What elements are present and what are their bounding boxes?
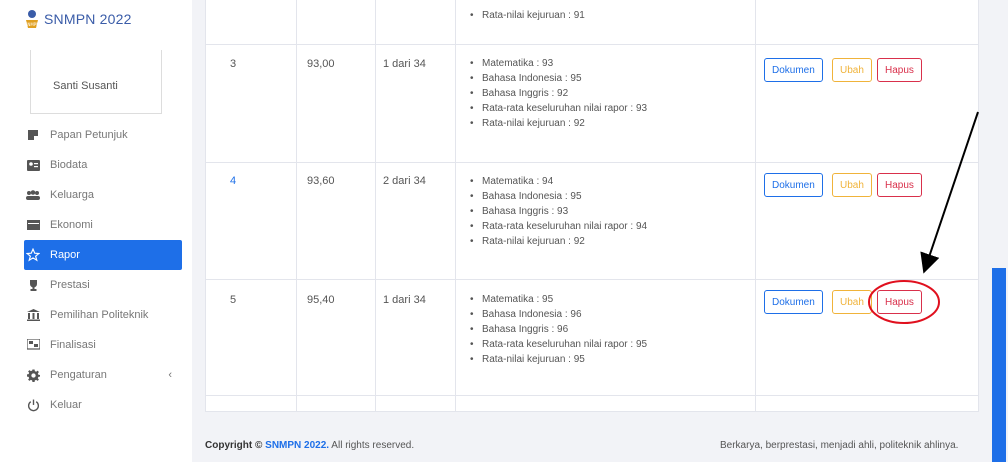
detail-item: Bahasa Inggris : 96	[468, 322, 647, 337]
detail-item: Rata-rata keseluruhan nilai rapor : 94	[468, 219, 647, 234]
sidebar-item-pemilihan-politeknik[interactable]: Pemilihan Politeknik	[24, 300, 182, 330]
sidebar-item-papan-petunjuk[interactable]: Papan Petunjuk	[24, 120, 182, 150]
detail-item: Rata-rata keseluruhan nilai rapor : 93	[468, 101, 647, 116]
detail-item: Rata-nilai kejuruan : 92	[468, 116, 647, 131]
row-rank: 1 dari 34	[383, 294, 426, 306]
table-row-details: Matematika : 95 Bahasa Indonesia : 96 Ba…	[468, 292, 647, 367]
table-row-details: Matematika : 93 Bahasa Indonesia : 95 Ba…	[468, 56, 647, 131]
row-number: 4	[230, 175, 237, 187]
footer-tagline: Berkarya, berprestasi, menjadi ahli, pol…	[720, 440, 959, 451]
users-icon	[26, 188, 40, 202]
sidebar-item-finalisasi[interactable]: Finalisasi	[24, 330, 182, 360]
sidebar-item-rapor[interactable]: Rapor	[24, 240, 182, 270]
detail-item: Bahasa Indonesia : 95	[468, 189, 647, 204]
snmpn-logo-icon: SNMPN	[25, 10, 39, 28]
detail-item: Rata-rata keseluruhan nilai rapor : 95	[468, 337, 647, 352]
brand-name: SNMPN 2022	[44, 11, 132, 27]
detail-item: Bahasa Indonesia : 95	[468, 71, 647, 86]
sidebar-item-label: Papan Petunjuk	[50, 129, 128, 141]
table-row-details: Rata-nilai kejuruan : 91	[468, 8, 585, 23]
sidebar-item-label: Pengaturan	[50, 369, 107, 381]
detail-item: Bahasa Inggris : 93	[468, 204, 647, 219]
table-divider	[296, 0, 297, 412]
trophy-icon	[26, 278, 40, 292]
table-divider	[455, 0, 456, 412]
star-icon	[26, 248, 40, 262]
dokumen-button[interactable]: Dokumen	[764, 173, 823, 197]
row-rank: 2 dari 34	[383, 175, 426, 187]
building-icon	[26, 308, 40, 322]
row-number: 3	[230, 58, 237, 70]
row-average: 95,40	[307, 294, 335, 306]
table-divider	[205, 395, 979, 396]
detail-item: Bahasa Inggris : 92	[468, 86, 647, 101]
detail-item: Rata-nilai kejuruan : 92	[468, 234, 647, 249]
sidebar-item-label: Rapor	[50, 249, 80, 261]
sidebar-item-label: Keluarga	[50, 189, 95, 201]
sidebar-item-ekonomi[interactable]: Ekonomi	[24, 210, 182, 240]
dokumen-button[interactable]: Dokumen	[764, 58, 823, 82]
sidebar-item-label: Keluar	[50, 399, 82, 411]
hapus-button[interactable]: Hapus	[877, 58, 922, 82]
sidebar-item-biodata[interactable]: Biodata	[24, 150, 182, 180]
row-number: 5	[230, 294, 237, 306]
sidebar-item-pengaturan[interactable]: Pengaturan ‹	[24, 360, 182, 390]
footer-copyright: Copyright © SNMPN 2022. All rights reser…	[205, 440, 414, 451]
chevron-left-icon: ‹	[168, 369, 172, 381]
detail-item: Rata-nilai kejuruan : 91	[468, 8, 585, 23]
dashboard-icon	[26, 128, 40, 142]
ubah-button[interactable]: Ubah	[832, 58, 872, 82]
flag-icon	[26, 338, 40, 352]
table-divider	[755, 0, 756, 412]
scrollbar[interactable]	[992, 268, 1006, 462]
table-divider	[205, 279, 979, 280]
copyright-suffix: All rights reserved.	[329, 440, 415, 451]
table-divider	[205, 44, 979, 45]
detail-item: Matematika : 95	[468, 292, 647, 307]
copyright-link[interactable]: SNMPN 2022.	[265, 440, 329, 451]
ubah-button[interactable]: Ubah	[832, 290, 872, 314]
detail-item: Bahasa Indonesia : 96	[468, 307, 647, 322]
sidebar-item-label: Biodata	[50, 159, 88, 171]
detail-item: Matematika : 94	[468, 174, 647, 189]
sidebar-item-label: Finalisasi	[50, 339, 96, 351]
user-name: Santi Susanti	[53, 80, 118, 92]
sidebar-item-label: Ekonomi	[50, 219, 93, 231]
money-icon	[26, 218, 40, 232]
hapus-button[interactable]: Hapus	[877, 290, 922, 314]
sidebar: SNMPN SNMPN 2022 Santi Susanti Papan Pet…	[0, 0, 192, 462]
svg-text:SNMPN: SNMPN	[25, 22, 39, 27]
gear-icon	[26, 368, 40, 382]
sidebar-item-label: Pemilihan Politeknik	[50, 309, 149, 321]
row-average: 93,00	[307, 58, 335, 70]
sidebar-item-keluarga[interactable]: Keluarga	[24, 180, 182, 210]
id-card-icon	[26, 158, 40, 172]
user-panel: Santi Susanti	[30, 50, 162, 114]
detail-item: Matematika : 93	[468, 56, 647, 71]
sidebar-nav: Papan Petunjuk Biodata Keluarga Ekonomi …	[24, 120, 182, 420]
brand[interactable]: SNMPN SNMPN 2022	[24, 8, 132, 30]
table-row-details: Matematika : 94 Bahasa Indonesia : 95 Ba…	[468, 174, 647, 249]
detail-item: Rata-nilai kejuruan : 95	[468, 352, 647, 367]
table-divider	[205, 162, 979, 163]
copyright-prefix: Copyright ©	[205, 440, 266, 451]
table-divider	[375, 0, 376, 412]
sidebar-item-label: Prestasi	[50, 279, 90, 291]
sidebar-item-keluar[interactable]: Keluar	[24, 390, 182, 420]
dokumen-button[interactable]: Dokumen	[764, 290, 823, 314]
row-average: 93,60	[307, 175, 335, 187]
hapus-button[interactable]: Hapus	[877, 173, 922, 197]
power-icon	[26, 398, 40, 412]
sidebar-item-prestasi[interactable]: Prestasi	[24, 270, 182, 300]
ubah-button[interactable]: Ubah	[832, 173, 872, 197]
row-rank: 1 dari 34	[383, 58, 426, 70]
